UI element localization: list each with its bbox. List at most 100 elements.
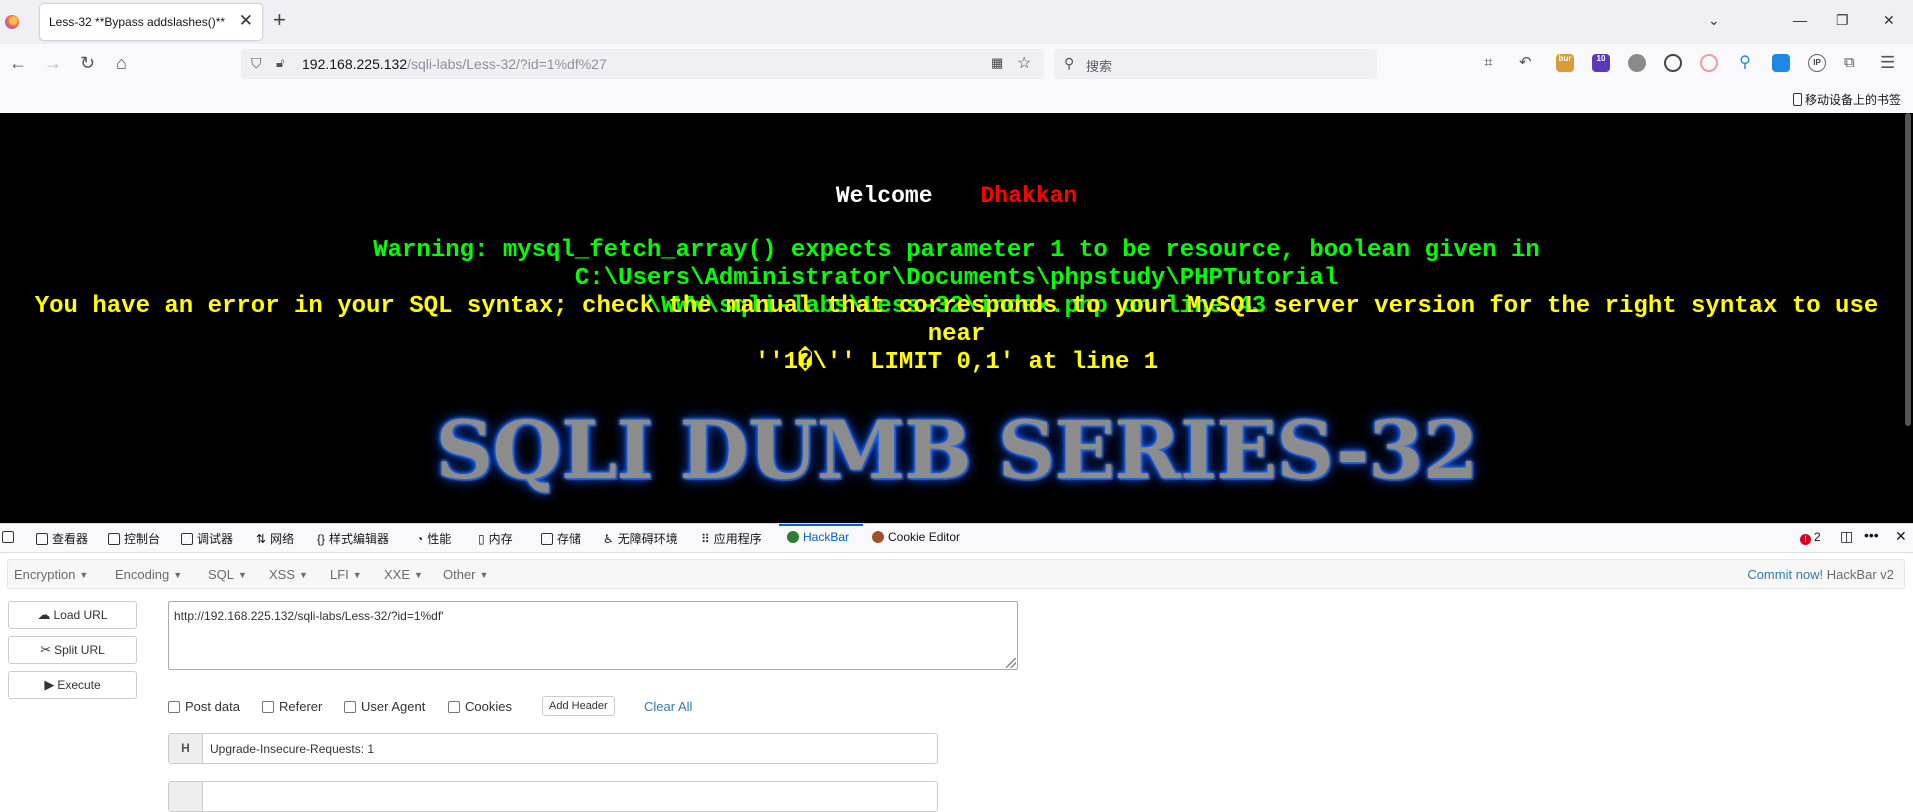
back-icon[interactable]: ← <box>9 53 27 73</box>
element-picker-icon[interactable] <box>2 530 18 544</box>
clear-all-link[interactable]: Clear All <box>644 699 692 714</box>
menu-xxe[interactable]: XXE ▼ <box>384 567 423 582</box>
hackbar-icon <box>787 531 799 543</box>
url-host: 192.168.225.132 <box>302 56 408 72</box>
menu-sql-label: SQL <box>208 567 235 582</box>
devtools-close-icon[interactable]: ✕ <box>1895 528 1907 545</box>
minimize-icon[interactable]: — <box>1793 12 1807 28</box>
devtools-menu-icon[interactable]: ••• <box>1864 527 1879 543</box>
execute-label: Execute <box>57 678 101 692</box>
url-bar[interactable]: ⛉ 🔓︎ 192.168.225.132/sqli-labs/Less-32/?… <box>241 49 1044 79</box>
cookie-extension-icon[interactable] <box>1664 54 1682 72</box>
tab-network[interactable]: ⇅ 网络 <box>256 530 294 547</box>
link-extension-icon[interactable] <box>1700 54 1718 72</box>
sql-error-line-2: ''1�\'' LIMIT 0,1' at line 1 <box>754 349 1159 376</box>
tracking-shield-icon[interactable]: ⛉ <box>251 55 262 72</box>
post-data-checkbox[interactable]: Post data <box>168 699 240 714</box>
app-menu-icon[interactable]: ☰ <box>1880 53 1895 73</box>
download-badge: 10 <box>1596 54 1606 63</box>
menu-lfi-label: LFI <box>330 567 349 582</box>
browser-tab[interactable]: Less-32 **Bypass addslashes()** ✕ <box>40 4 262 40</box>
tab-accessibility-label: 无障碍环境 <box>617 532 678 546</box>
location-extension-icon[interactable]: ⚲ <box>1736 54 1754 72</box>
console-icon <box>108 533 120 545</box>
search-bar[interactable]: ⚲ 搜索 <box>1054 49 1377 79</box>
reload-icon[interactable]: ↻ <box>80 53 95 73</box>
tab-application[interactable]: ⠿ 应用程序 <box>701 530 762 547</box>
tab-style-editor[interactable]: {} 样式编辑器 <box>317 530 389 547</box>
commit-now-link[interactable]: Commit now! <box>1747 567 1823 582</box>
ip-extension-icon[interactable]: IP <box>1808 54 1826 72</box>
insecure-lock-icon[interactable]: 🔓︎ <box>276 55 284 71</box>
storage-icon <box>541 533 553 545</box>
cloud-download-icon: ☁ <box>37 607 51 622</box>
split-url-button[interactable]: ✂ Split URL <box>8 636 137 664</box>
url-text[interactable]: 192.168.225.132/sqli-labs/Less-32/?id=1%… <box>302 56 607 72</box>
referer-label: Referer <box>279 699 323 714</box>
menu-encoding[interactable]: Encoding ▼ <box>115 567 182 582</box>
tab-inspector[interactable]: 查看器 <box>36 530 88 547</box>
proxy-extension-icon[interactable] <box>1772 54 1790 72</box>
tab-title: Less-32 **Bypass addslashes()** <box>49 15 226 29</box>
mobile-device-icon <box>1792 93 1802 106</box>
tab-performance[interactable]: ◔ 性能 <box>416 530 451 547</box>
tab-debugger[interactable]: 调试器 <box>181 530 233 547</box>
user-agent-checkbox[interactable]: User Agent <box>344 699 425 714</box>
new-tab-icon[interactable]: + <box>273 9 286 31</box>
error-count: 2 <box>1814 530 1821 544</box>
play-circle-icon: ▶ <box>44 677 55 692</box>
tab-memory-label: 内存 <box>488 532 513 546</box>
menu-xss[interactable]: XSS ▼ <box>269 567 308 582</box>
user-extension-icon[interactable] <box>1628 54 1646 72</box>
extensions-puzzle-icon[interactable]: ⧉ <box>1844 53 1855 73</box>
tab-hackbar[interactable]: HackBar <box>787 530 849 544</box>
welcome-name: Dhakkan <box>980 183 1078 209</box>
tab-memory[interactable]: ▯ 内存 <box>478 530 513 547</box>
menu-sql[interactable]: SQL ▼ <box>208 567 247 582</box>
error-count-badge[interactable]: ! 2 <box>1800 530 1821 545</box>
php-warning-line-1: Warning: mysql_fetch_array() expects par… <box>373 237 1540 292</box>
application-icon: ⠿ <box>701 532 710 546</box>
firefox-menu-icon[interactable] <box>5 15 19 29</box>
accessibility-icon: ♿︎ <box>603 532 614 546</box>
split-url-label: Split URL <box>54 643 105 657</box>
caret-down-icon: ▼ <box>414 570 423 580</box>
hackbar-version-label: HackBar v2 <box>1826 567 1894 582</box>
load-url-button[interactable]: ☁ Load URL <box>8 601 137 629</box>
home-icon[interactable]: ⌂ <box>116 53 127 73</box>
page-scrollbar[interactable] <box>1905 113 1911 426</box>
bookmark-star-icon[interactable]: ☆ <box>1017 53 1031 73</box>
menu-lfi[interactable]: LFI ▼ <box>330 567 362 582</box>
download-extension-icon[interactable]: 10 <box>1592 54 1610 72</box>
header-value-input[interactable]: Upgrade-Insecure-Requests: 1 <box>210 742 374 756</box>
tab-storage-label: 存储 <box>557 532 582 546</box>
header-toggle-empty[interactable] <box>169 782 203 811</box>
tab-close-icon[interactable]: ✕ <box>239 12 253 30</box>
burp-extension-icon[interactable]: bur <box>1556 54 1574 72</box>
caret-down-icon: ▼ <box>238 570 247 580</box>
menu-encryption[interactable]: Encryption ▼ <box>14 567 88 582</box>
undo-icon[interactable]: ↶ <box>1519 53 1532 73</box>
qr-code-icon[interactable]: ▦ <box>991 55 1003 71</box>
tab-accessibility[interactable]: ♿︎ 无障碍环境 <box>603 530 678 547</box>
mobile-bookmarks-folder[interactable]: 移动设备上的书签 <box>1792 91 1901 108</box>
menu-other[interactable]: Other ▼ <box>443 567 488 582</box>
tab-console[interactable]: 控制台 <box>108 530 160 547</box>
header-toggle[interactable]: H <box>169 734 203 763</box>
window-close-icon[interactable]: ✕ <box>1883 12 1895 29</box>
forward-icon[interactable]: → <box>44 53 62 73</box>
referer-checkbox[interactable]: Referer <box>262 699 322 714</box>
tab-list-chevron-icon[interactable]: ⌄ <box>1708 12 1720 29</box>
restore-icon[interactable]: ❐ <box>1836 12 1849 29</box>
cookies-checkbox[interactable]: Cookies <box>448 699 512 714</box>
dock-side-icon[interactable]: ◫ <box>1840 528 1853 545</box>
tab-storage[interactable]: 存储 <box>541 530 581 547</box>
screenshot-crop-icon[interactable]: ⌗ <box>1484 53 1492 73</box>
execute-button[interactable]: ▶ Execute <box>8 671 137 699</box>
url-textarea[interactable]: http://192.168.225.132/sqli-labs/Less-32… <box>168 601 1018 670</box>
ip-badge: IP <box>1813 58 1821 67</box>
tab-cookie-editor[interactable]: Cookie Editor <box>872 530 960 544</box>
add-header-button[interactable]: Add Header <box>542 696 615 716</box>
resize-handle-icon[interactable] <box>1006 658 1016 668</box>
picker-icon <box>2 531 14 543</box>
